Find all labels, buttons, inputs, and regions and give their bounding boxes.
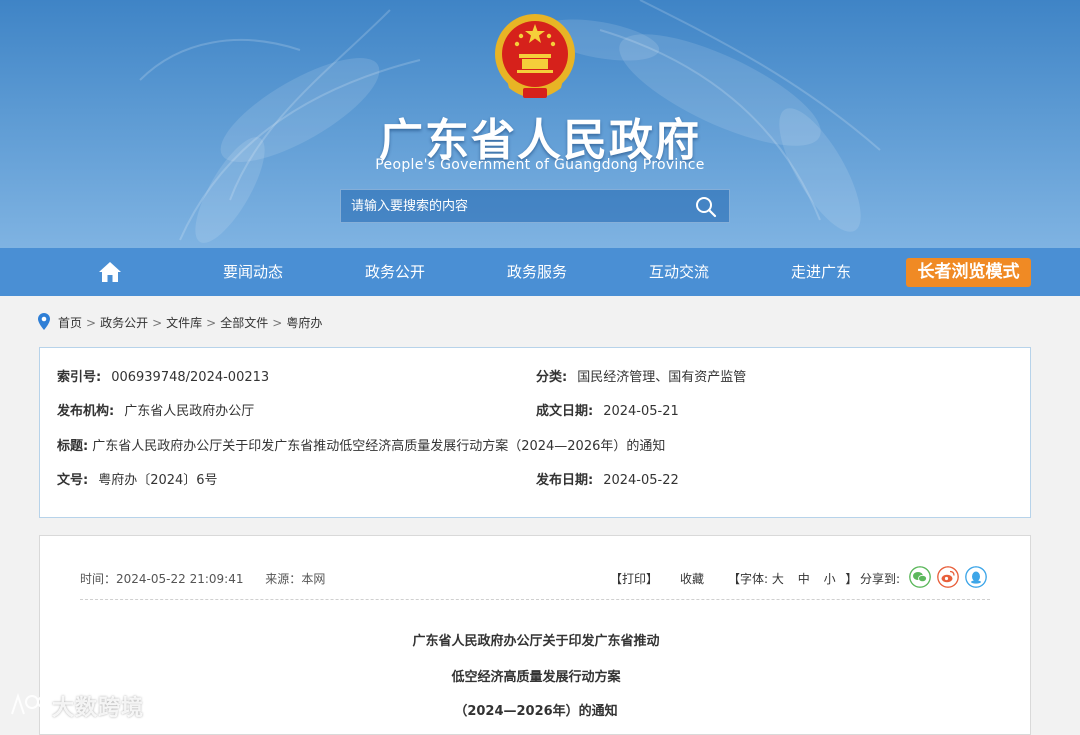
breadcrumb-file-library[interactable]: 文件库 (166, 316, 202, 330)
meta-created-label: 成文日期: (536, 404, 594, 419)
document-title-line-3: （2024—2026年）的通知 (454, 704, 618, 719)
meta-published-label: 发布日期: (536, 473, 594, 488)
nav-item-interaction[interactable]: 互动交流 (634, 248, 724, 296)
meta-index-value: 006939748/2024-00213 (111, 370, 270, 385)
font-size-close: 】 (845, 572, 858, 586)
font-medium-button[interactable]: 中 (798, 572, 810, 586)
breadcrumb-home[interactable]: 首页 (58, 316, 82, 330)
meta-created-date: 成文日期: 2024-05-21 (536, 400, 679, 419)
meta-doc-number: 文号: 粤府办〔2024〕6号 (57, 469, 218, 488)
breadcrumb-separator: > (152, 316, 163, 330)
font-large-button[interactable]: 大 (772, 572, 784, 586)
qq-icon[interactable] (965, 566, 987, 588)
home-icon[interactable] (98, 261, 122, 283)
wechat-icon[interactable] (909, 566, 931, 588)
meta-published-value: 2024-05-22 (603, 473, 679, 488)
share-label: 分享到: (860, 572, 901, 586)
site-subtitle: People's Government of Guangdong Provinc… (375, 157, 705, 173)
meta-published-date: 发布日期: 2024-05-22 (536, 469, 679, 488)
article-divider (80, 599, 990, 600)
favorite-button[interactable]: 收藏 (680, 570, 704, 587)
meta-title: 标题: 广东省人民政府办公厅关于印发广东省推动低空经济高质量发展行动方案（2024… (57, 435, 665, 454)
time-value: 2024-05-22 21:09:41 (116, 572, 244, 586)
nav-item-gov-affairs[interactable]: 政务公开 (350, 248, 440, 296)
national-emblem-icon (495, 14, 575, 98)
source-label: 来源： (265, 572, 302, 586)
nav-item-news[interactable]: 要闻动态 (208, 248, 298, 296)
font-small-button[interactable]: 小 (824, 572, 836, 586)
search-box (340, 189, 730, 223)
meta-index: 索引号: 006939748/2024-00213 (57, 366, 269, 385)
font-size-label: 【字体: (728, 572, 769, 586)
meta-issuer-label: 发布机构: (57, 404, 115, 419)
document-meta-box: 索引号: 006939748/2024-00213 分类: 国民经济管理、国有资产监… (39, 347, 1031, 518)
breadcrumb-current[interactable]: 粤府办 (286, 316, 322, 330)
meta-created-value: 2024-05-21 (603, 404, 679, 419)
meta-category-label: 分类: (536, 370, 568, 385)
meta-index-label: 索引号: (57, 370, 102, 385)
source-value: 本网 (301, 572, 326, 586)
breadcrumb-separator: > (86, 316, 97, 330)
document-title-line-2: 低空经济高质量发展行动方案 (451, 670, 621, 685)
article-panel: 时间：2024-05-22 21:09:41 来源：本网 【打印】 收藏 【字体… (39, 535, 1031, 735)
breadcrumb-separator: > (272, 316, 283, 330)
document-title-line-1: 广东省人民政府办公厅关于印发广东省推动 (412, 634, 660, 649)
weibo-icon[interactable] (937, 566, 959, 588)
font-size-control: 【字体: 大 中 小 】 (728, 570, 857, 587)
watermark: 大数跨境 (6, 688, 146, 721)
meta-category: 分类: 国民经济管理、国有资产监管 (536, 366, 746, 385)
time-label: 时间： (80, 572, 117, 586)
meta-title-label: 标题: (57, 439, 89, 454)
breadcrumb-all-files[interactable]: 全部文件 (220, 316, 268, 330)
meta-docno-label: 文号: (57, 473, 89, 488)
nav-item-about-guangdong[interactable]: 走进广东 (776, 248, 866, 296)
meta-issuer-value: 广东省人民政府办公厅 (124, 404, 255, 419)
elder-mode-button[interactable]: 长者浏览模式 (906, 258, 1031, 287)
breadcrumb-separator: > (206, 316, 217, 330)
search-input[interactable] (341, 190, 681, 222)
meta-issuer: 发布机构: 广东省人民政府办公厅 (57, 400, 254, 419)
main-nav: 要闻动态 政务公开 政务服务 互动交流 走进广东 长者浏览模式 (0, 248, 1080, 296)
watermark-text: 大数跨境 (52, 696, 145, 721)
meta-docno-value: 粤府办〔2024〕6号 (98, 473, 218, 488)
breadcrumb-gov-affairs[interactable]: 政务公开 (100, 316, 148, 330)
site-header: 广东省人民政府 People's Government of Guangdong… (0, 0, 1080, 248)
article-info: 时间：2024-05-22 21:09:41 来源：本网 (80, 570, 325, 587)
search-icon[interactable] (695, 196, 717, 218)
print-button[interactable]: 【打印】 (610, 570, 658, 587)
nav-item-gov-services[interactable]: 政务服务 (492, 248, 582, 296)
watermark-logo-icon (11, 692, 49, 715)
meta-category-value: 国民经济管理、国有资产监管 (577, 370, 747, 385)
meta-title-value: 广东省人民政府办公厅关于印发广东省推动低空经济高质量发展行动方案（2024—20… (92, 439, 666, 454)
location-pin-icon (38, 313, 50, 330)
